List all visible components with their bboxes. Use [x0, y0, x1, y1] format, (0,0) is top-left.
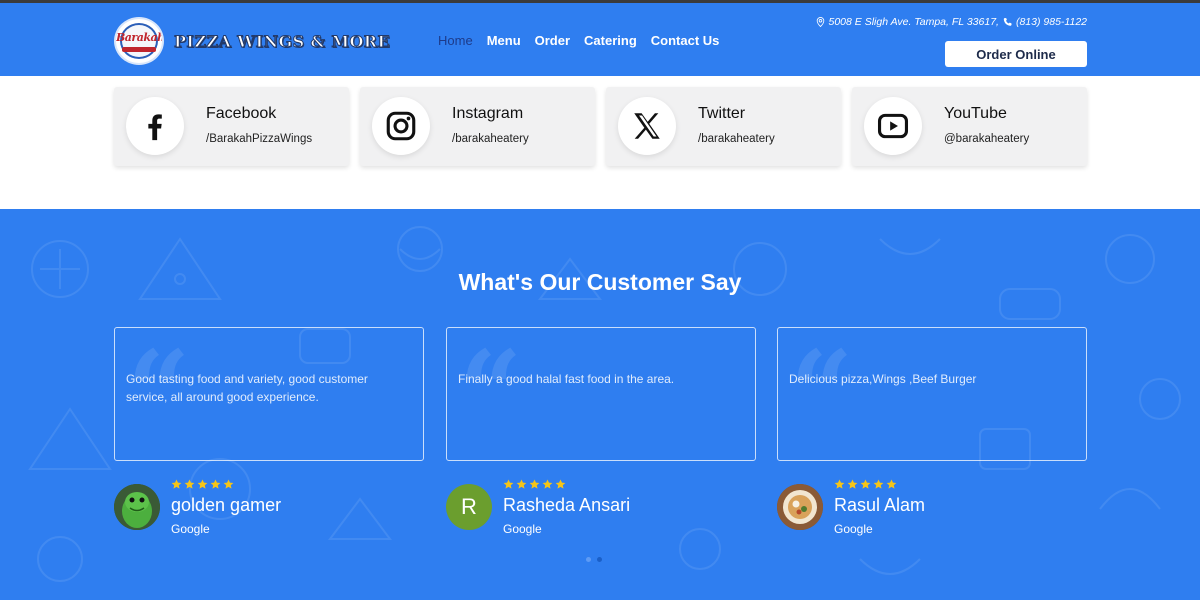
avatar: R	[446, 484, 492, 530]
star-icon	[873, 479, 884, 489]
review-source: Google	[171, 522, 210, 536]
reviewer-rasheda-ansari: R Rasheda Ansari Google	[446, 479, 746, 541]
carousel-dots	[586, 557, 602, 562]
star-icon	[542, 479, 553, 489]
star-icon	[860, 479, 871, 489]
nav-order[interactable]: Order	[535, 33, 570, 48]
star-icon	[516, 479, 527, 489]
map-pin-icon	[816, 17, 824, 27]
social-links: Facebook /BarakahPizzaWings Instagram /b…	[114, 87, 1087, 166]
reviewer-name: Rasul Alam	[834, 495, 926, 515]
social-handle: /barakaheatery	[452, 133, 529, 145]
social-card-twitter[interactable]: Twitter /barakaheatery	[606, 87, 841, 166]
social-name: Twitter	[698, 105, 746, 122]
nav-contact-us[interactable]: Contact Us	[651, 33, 720, 48]
logo-script-text: Barakah	[116, 31, 164, 44]
star-icon	[210, 479, 221, 489]
carousel-dot-active[interactable]	[597, 557, 602, 562]
star-icon	[197, 479, 208, 489]
brand-logo[interactable]: Barakah	[114, 17, 164, 65]
social-name: Instagram	[452, 105, 524, 122]
star-icon	[171, 479, 182, 489]
nav-home[interactable]: Home	[438, 33, 473, 48]
nav-menu[interactable]: Menu	[487, 33, 521, 48]
youtube-icon-circle	[864, 97, 922, 155]
review-text: Delicious pizza,Wings ,Beef Burger	[789, 372, 977, 386]
main-nav: Home Menu Order Catering Contact Us	[438, 33, 733, 48]
rating-stars	[834, 479, 897, 490]
facebook-icon-circle	[126, 97, 184, 155]
section-title: What's Our Customer Say	[458, 269, 742, 295]
reviewer-rasul-alam: Rasul Alam Google	[777, 479, 1077, 541]
review-quote-box: “ Good tasting food and variety, good cu…	[114, 327, 424, 461]
address-text[interactable]: 5008 E Sligh Ave. Tampa, FL 33617,	[829, 16, 999, 28]
social-card-instagram[interactable]: Instagram /barakaheatery	[360, 87, 595, 166]
star-icon	[529, 479, 540, 489]
youtube-icon	[877, 113, 909, 139]
x-icon	[634, 113, 660, 139]
review-quote-box: “ Delicious pizza,Wings ,Beef Burger	[777, 327, 1087, 461]
social-handle: @barakaheatery	[944, 133, 1030, 145]
contact-info: 5008 E Sligh Ave. Tampa, FL 33617, (813)…	[816, 16, 1087, 28]
logo-band	[122, 47, 156, 52]
social-handle: /barakaheatery	[698, 133, 775, 145]
rating-stars	[503, 479, 566, 490]
social-card-facebook[interactable]: Facebook /BarakahPizzaWings	[114, 87, 349, 166]
order-online-button[interactable]: Order Online	[945, 41, 1087, 67]
x-icon-circle	[618, 97, 676, 155]
food-bowl-avatar-icon	[777, 484, 823, 530]
reviewer-name: Rasheda Ansari	[503, 495, 631, 515]
dinosaur-avatar-icon	[114, 484, 160, 530]
star-icon	[555, 479, 566, 489]
social-name: YouTube	[944, 105, 1007, 122]
quote-mark-icon: “	[790, 326, 854, 455]
star-icon	[503, 479, 514, 489]
social-name: Facebook	[206, 105, 277, 122]
reviewer-name: golden gamer	[171, 495, 282, 515]
review-text: Finally a good halal fast food in the ar…	[458, 372, 675, 386]
nav-catering[interactable]: Catering	[584, 33, 637, 48]
review-source: Google	[503, 522, 542, 536]
reviewer-golden-gamer: golden gamer Google	[114, 479, 414, 541]
avatar	[114, 484, 160, 530]
testimonials-section: What's Our Customer Say “ Good tasting f…	[0, 209, 1200, 600]
avatar	[777, 484, 823, 530]
facebook-icon	[148, 114, 162, 141]
review-source: Google	[834, 522, 873, 536]
star-icon	[886, 479, 897, 489]
star-icon	[834, 479, 845, 489]
phone-icon	[1003, 17, 1012, 26]
social-card-youtube[interactable]: YouTube @barakaheatery	[852, 87, 1087, 166]
review-text: Good tasting food and variety, good cust…	[126, 372, 368, 404]
carousel-dot[interactable]	[586, 557, 591, 562]
brand-name[interactable]: PIZZA WINGS & MORE	[173, 32, 390, 52]
instagram-icon	[386, 111, 416, 141]
review-quote-box: “ Finally a good halal fast food in the …	[446, 327, 756, 461]
social-handle: /BarakahPizzaWings	[206, 133, 313, 145]
instagram-icon-circle	[372, 97, 430, 155]
phone-text[interactable]: (813) 985-1122	[1016, 16, 1087, 28]
star-icon	[847, 479, 858, 489]
site-header: Barakah PIZZA WINGS & MORE Home Menu Ord…	[0, 0, 1200, 76]
avatar-letter: R	[461, 494, 477, 519]
quote-mark-icon: “	[459, 326, 523, 455]
star-icon	[223, 479, 234, 489]
rating-stars	[171, 479, 234, 490]
star-icon	[184, 479, 195, 489]
